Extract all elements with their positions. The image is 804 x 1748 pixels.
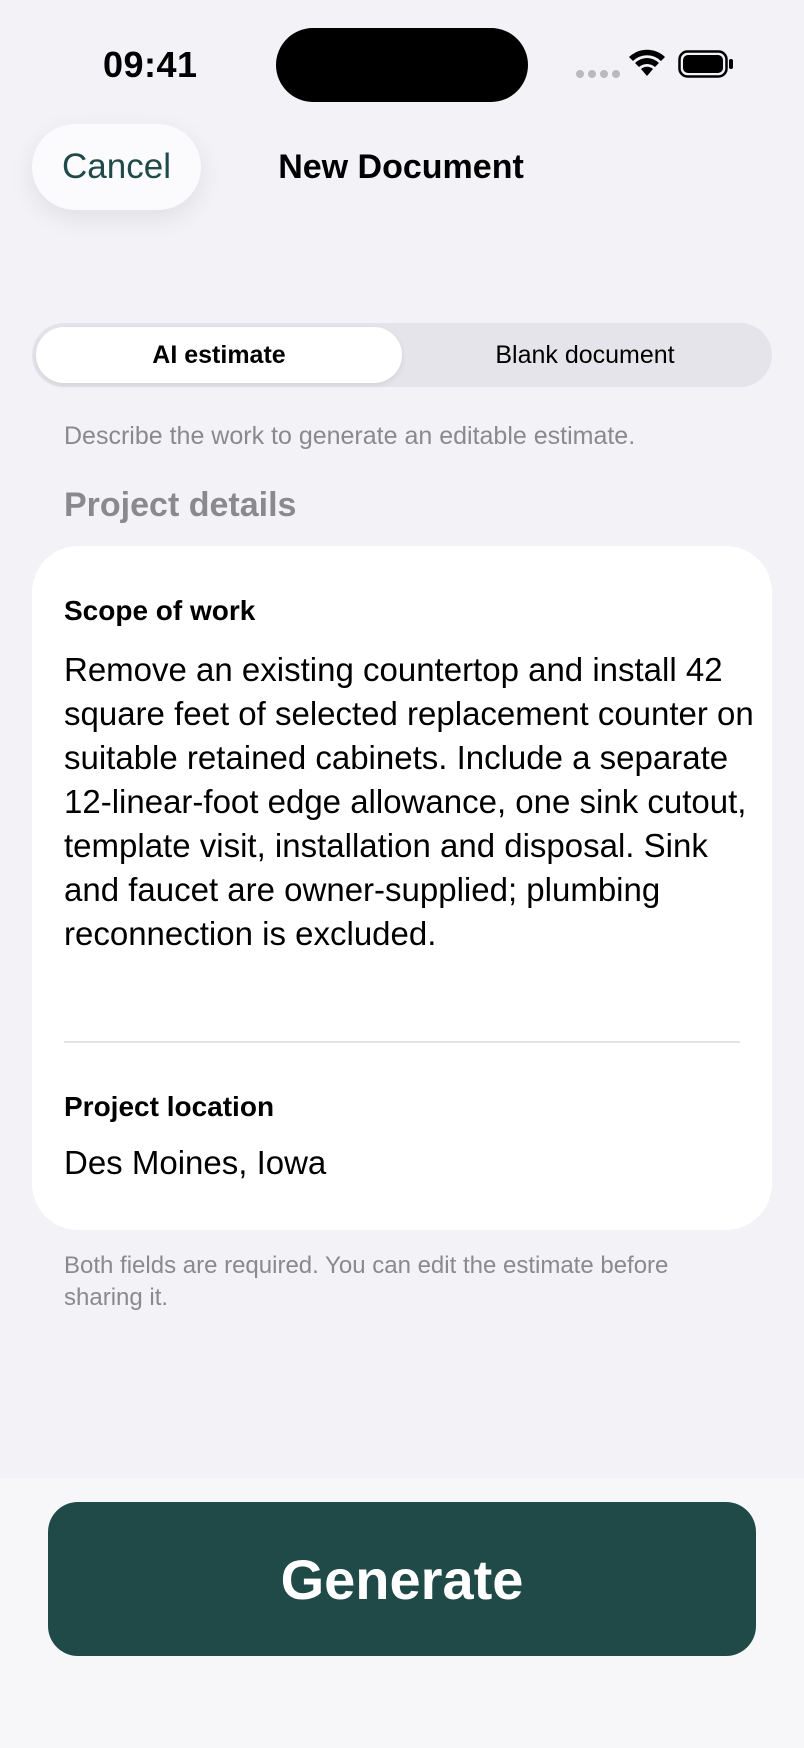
helper-text: Describe the work to generate an editabl… bbox=[64, 422, 636, 450]
signal-icon bbox=[576, 70, 620, 78]
segment-ai-estimate[interactable]: AI estimate bbox=[36, 327, 402, 383]
scope-of-work-field[interactable]: Remove an existing countertop and instal… bbox=[64, 648, 754, 956]
dynamic-island bbox=[276, 28, 528, 102]
generate-button[interactable]: Generate bbox=[48, 1502, 756, 1656]
page-title: New Document bbox=[278, 148, 524, 186]
segment-blank-document[interactable]: Blank document bbox=[402, 327, 768, 383]
status-time: 09:41 bbox=[103, 44, 198, 85]
section-title: Project details bbox=[64, 486, 297, 524]
cancel-button[interactable]: Cancel bbox=[32, 124, 201, 210]
wifi-icon bbox=[629, 49, 665, 76]
mode-segmented-control: AI estimate Blank document bbox=[32, 323, 772, 387]
footnote: Both fields are required. You can edit t… bbox=[64, 1252, 669, 1311]
divider bbox=[64, 1041, 740, 1043]
battery-icon bbox=[678, 50, 733, 78]
location-label: Project location bbox=[64, 1091, 275, 1122]
project-details-card: Scope of work Remove an existing counter… bbox=[32, 546, 772, 1230]
new-document-screen: 09:41 Cancel New Document AI estimate Bl… bbox=[0, 0, 804, 1748]
project-location-field[interactable]: Des Moines, Iowa bbox=[64, 1144, 326, 1182]
scope-label: Scope of work bbox=[64, 595, 256, 626]
